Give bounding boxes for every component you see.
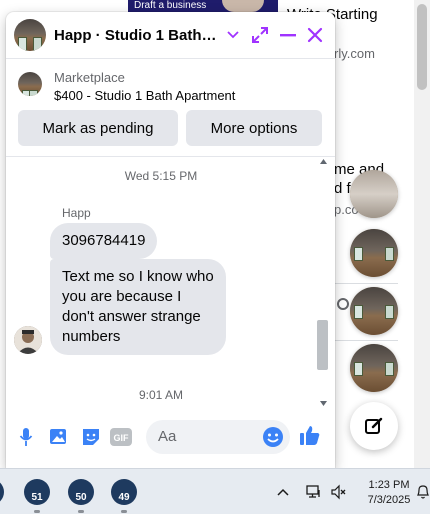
chat-window: Happ · Studio 1 Bath A... Marketplace $4… — [6, 12, 335, 468]
microphone-icon[interactable] — [15, 426, 37, 448]
message-scrollbar-thumb[interactable] — [317, 320, 328, 370]
avatar[interactable] — [14, 326, 42, 354]
notification-bell-icon[interactable] — [414, 483, 430, 501]
chat-head-bathroom[interactable] — [350, 170, 398, 218]
taskbar-app[interactable]: 51 — [24, 479, 50, 513]
message-timestamp: 9:01 AM — [138, 388, 184, 402]
message-bubble[interactable]: Text me so I know who you are because I … — [50, 259, 226, 355]
emoji-icon[interactable] — [262, 426, 284, 453]
gif-label: GIF — [114, 433, 130, 443]
gif-icon[interactable]: GIF — [110, 426, 132, 448]
clock-time: 1:23 PM — [368, 479, 410, 491]
chevron-up-icon[interactable] — [274, 483, 292, 501]
message-composer: GIF — [6, 416, 335, 460]
minimize-icon[interactable] — [277, 24, 299, 46]
clock-date: 7/3/2025 — [367, 494, 411, 506]
chat-title[interactable]: Happ · Studio 1 Bath A... — [54, 27, 220, 44]
chat-header: Happ · Studio 1 Bath A... — [6, 12, 335, 59]
close-icon[interactable] — [304, 24, 326, 46]
taskbar: 51 50 49 1:23 PM 7/3/2025 — [0, 468, 430, 514]
message-list: Wed 5:15 PM Happ 3096784419 Text me so I… — [6, 157, 335, 408]
taskbar-app[interactable]: 50 — [68, 479, 94, 513]
marketplace-listing[interactable]: Marketplace $400 - Studio 1 Bath Apartme… — [6, 60, 335, 110]
ad-portrait — [222, 0, 264, 12]
divider — [334, 283, 398, 284]
background-link-domain[interactable]: rly.com — [334, 46, 375, 61]
like-icon[interactable] — [299, 424, 321, 446]
page-scrollbar-thumb[interactable] — [417, 4, 427, 90]
network-icon[interactable] — [305, 483, 323, 501]
chevron-down-icon[interactable] — [222, 24, 244, 46]
avatar[interactable] — [14, 19, 46, 51]
system-clock[interactable]: 1:23 PM 7/3/2025 — [358, 478, 420, 508]
message-scrollbar[interactable] — [318, 157, 330, 408]
message-bubble[interactable]: 3096784419 — [50, 223, 158, 259]
listing-title: $400 - Studio 1 Bath Apartment — [54, 88, 236, 103]
message-input-container — [146, 420, 290, 454]
message-timestamp: Wed 5:15 PM — [124, 169, 198, 183]
sticker-icon[interactable] — [80, 426, 102, 448]
marketplace-label: Marketplace — [54, 70, 125, 85]
taskbar-app[interactable] — [0, 479, 4, 505]
message-input[interactable] — [158, 428, 258, 445]
new-message-button[interactable] — [350, 402, 398, 450]
volume-muted-icon[interactable] — [330, 483, 348, 501]
sender-name: Happ — [62, 206, 91, 220]
divider — [334, 340, 398, 341]
taskbar-app[interactable]: 49 — [111, 479, 137, 513]
search-icon[interactable] — [337, 298, 349, 310]
compose-icon — [365, 417, 383, 434]
expand-icon[interactable] — [249, 24, 271, 46]
chat-head-room[interactable] — [350, 344, 398, 392]
photo-icon[interactable] — [48, 426, 70, 448]
more-options-button[interactable]: More options — [186, 110, 322, 146]
chat-head-room[interactable] — [350, 229, 398, 277]
mark-as-pending-button[interactable]: Mark as pending — [18, 110, 178, 146]
chat-head-room[interactable] — [350, 287, 398, 335]
listing-thumbnail — [18, 72, 42, 96]
